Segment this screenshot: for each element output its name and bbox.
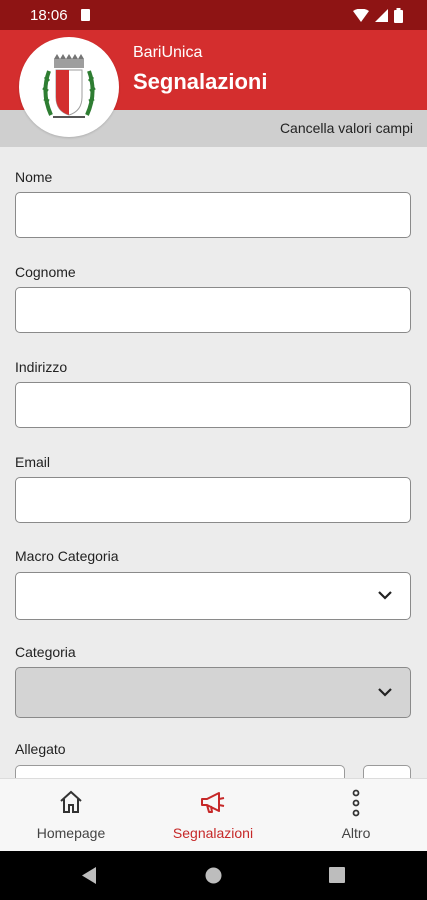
nav-segnalazioni[interactable]: Segnalazioni xyxy=(142,779,284,852)
bottom-navigation: Homepage Segnalazioni Altro xyxy=(0,778,427,851)
wifi-icon xyxy=(353,9,369,22)
nav-segnalazioni-label: Segnalazioni xyxy=(172,825,254,841)
bari-crest-icon xyxy=(42,54,96,118)
status-icons xyxy=(353,8,403,23)
home-circle-icon[interactable] xyxy=(205,867,222,884)
battery-icon xyxy=(394,8,403,23)
megaphone-icon xyxy=(201,792,225,813)
indirizzo-field[interactable] xyxy=(15,382,411,428)
recents-icon[interactable] xyxy=(329,867,345,883)
indirizzo-label: Indirizzo xyxy=(15,359,68,375)
nav-altro[interactable]: Altro xyxy=(285,779,427,852)
back-icon[interactable] xyxy=(82,867,96,884)
signal-icon xyxy=(375,9,388,22)
allegato-field[interactable] xyxy=(15,765,345,779)
cognome-label: Cognome xyxy=(15,264,76,280)
clear-fields-button[interactable]: Cancella valori campi xyxy=(280,120,413,136)
nav-homepage[interactable]: Homepage xyxy=(0,779,142,852)
chevron-down-icon xyxy=(378,591,392,600)
email-field[interactable] xyxy=(15,477,411,523)
allegato-label: Allegato xyxy=(15,741,66,757)
allegato-button[interactable] xyxy=(363,765,411,779)
cognome-field[interactable] xyxy=(15,287,411,333)
status-bar: 18:06 xyxy=(0,0,427,30)
more-vertical-icon xyxy=(352,789,360,817)
categoria-label: Categoria xyxy=(15,644,76,660)
macro-categoria-select[interactable] xyxy=(15,572,411,620)
page-title: Segnalazioni xyxy=(133,69,268,94)
nav-homepage-label: Homepage xyxy=(36,825,106,841)
app-name: BariUnica xyxy=(133,44,203,61)
nome-label: Nome xyxy=(15,169,53,185)
system-navigation-bar xyxy=(0,851,427,900)
sd-card-icon xyxy=(81,9,90,21)
nome-field[interactable] xyxy=(15,192,411,238)
city-logo xyxy=(19,37,119,137)
chevron-down-icon xyxy=(378,688,392,697)
status-time: 18:06 xyxy=(30,7,68,24)
home-icon xyxy=(60,790,82,813)
macro-categoria-label: Macro Categoria xyxy=(15,548,119,564)
email-label: Email xyxy=(15,454,51,470)
categoria-select[interactable] xyxy=(15,667,411,718)
nav-altro-label: Altro xyxy=(341,825,371,841)
